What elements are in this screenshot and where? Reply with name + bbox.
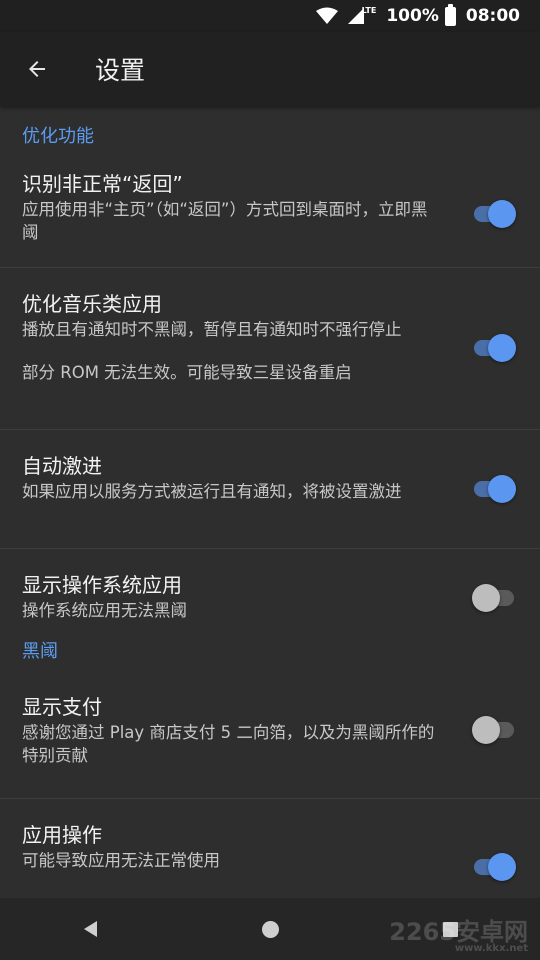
clock: 08:00 [465,6,520,26]
toggle-switch-app-ops[interactable] [474,853,516,881]
nav-back-button[interactable] [60,899,120,959]
toggle-switch-detect-back[interactable] [474,200,516,228]
pref-summary: 播放且有通知时不黑阈，暂停且有通知时不强行停止 [22,320,402,339]
settings-screen: LTE 100% 08:00 设置 优化功能 识别非正常“返回” 应用使用非“主… [0,0,540,960]
pref-show-payment[interactable]: 显示支付 感谢您通过 Play 商店支付 5 二向箔，以及为黑阈所作的特别贡献 [0,681,540,799]
battery-percent: 100% [386,6,439,26]
pref-summary: 可能导致应用无法正常使用 [22,851,220,870]
nav-home-button[interactable] [240,899,300,959]
switch-thumb [488,475,516,503]
pref-title: 识别非正常“返回” [22,172,183,196]
pref-title: 显示操作系统应用 [22,573,182,597]
page-title: 设置 [95,56,146,85]
pref-detect-abnormal-back[interactable]: 识别非正常“返回” 应用使用非“主页”（如“返回”）方式回到桌面时，立即黑阈 [0,164,540,268]
navigation-bar: 2265安卓网 www.kkx.net [0,898,540,960]
section-header-optimize: 优化功能 [22,126,94,147]
pref-auto-aggressive[interactable]: 自动激进 如果应用以服务方式被运行且有通知，将被设置激进 [0,430,540,549]
settings-list[interactable]: 优化功能 识别非正常“返回” 应用使用非“主页”（如“返回”）方式回到桌面时，立… [0,106,540,898]
triangle-back-icon [83,921,97,937]
pref-app-ops[interactable]: 应用操作 可能导致应用无法正常使用 [0,799,540,898]
switch-thumb [488,334,516,362]
switch-thumb [472,584,500,612]
toggle-switch-system-apps[interactable] [472,584,514,612]
pref-summary: 如果应用以服务方式被运行且有通知，将被设置激进 [22,482,402,501]
status-bar: LTE 100% 08:00 [0,0,540,32]
toggle-switch-optimize-music[interactable] [474,334,516,362]
pref-title: 应用操作 [22,823,102,847]
pref-note: 部分 ROM 无法生效。可能导致三星设备重启 [22,363,352,382]
network-type-badge: LTE [361,5,377,15]
signal-icon: LTE [347,5,377,25]
switch-thumb [488,853,516,881]
toggle-switch-auto-aggressive[interactable] [474,475,516,503]
section-header-brevent: 黑阈 [22,641,58,662]
back-button[interactable] [17,49,57,89]
arrow-left-icon [29,61,45,77]
pref-optimize-music[interactable]: 优化音乐类应用 播放且有通知时不黑阈，暂停且有通知时不强行停止 部分 ROM 无… [0,268,540,430]
switch-thumb [488,200,516,228]
pref-summary: 操作系统应用无法黑阈 [22,601,187,620]
wifi-icon [315,7,338,25]
toggle-switch-show-payment[interactable] [472,716,514,744]
app-bar: 设置 [0,32,540,106]
pref-title: 自动激进 [22,454,102,478]
switch-thumb [472,716,500,744]
battery-icon [444,3,456,26]
pref-title: 显示支付 [22,695,102,719]
pref-summary: 应用使用非“主页”（如“返回”）方式回到桌面时，立即黑阈 [22,200,428,242]
pref-summary: 感谢您通过 Play 商店支付 5 二向箔，以及为黑阈所作的特别贡献 [22,723,435,765]
circle-home-icon [261,920,279,938]
pref-title: 优化音乐类应用 [22,292,162,316]
pref-show-system-apps[interactable]: 显示操作系统应用 操作系统应用无法黑阈 [0,549,540,637]
watermark: 2265安卓网 www.kkx.net [389,920,528,954]
watermark-text: 2265安卓网 [389,918,528,946]
